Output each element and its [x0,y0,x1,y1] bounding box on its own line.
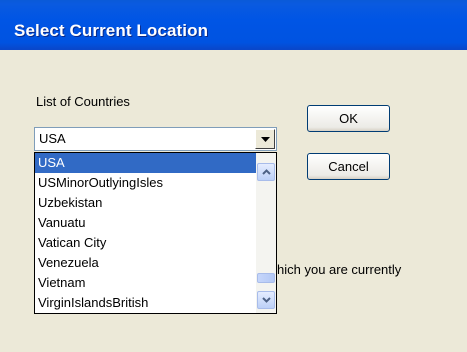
countries-label: List of Countries [36,94,130,109]
ok-button-label: OK [339,111,358,126]
chevron-down-icon [260,136,270,142]
country-combobox-value: USA [39,131,66,146]
country-dropdown-list[interactable]: USA USMinorOutlyingIsles Uzbekistan Vanuatu… [34,152,277,314]
list-item[interactable]: Uzbekistan [35,193,257,213]
list-item[interactable]: Vatican City [35,233,257,253]
country-combobox[interactable]: USA [34,127,277,151]
list-item[interactable]: USMinorOutlyingIsles [35,173,257,193]
combobox-dropdown-button[interactable] [255,129,275,149]
cancel-button-label: Cancel [328,159,369,174]
ok-button[interactable]: OK [307,105,390,132]
cancel-button[interactable]: Cancel [307,153,390,180]
scroll-down-button[interactable] [257,291,275,309]
window-title: Select Current Location [14,21,209,40]
title-bar[interactable]: Select Current Location [0,0,467,50]
list-item[interactable]: VirginIslandsBritish [35,293,257,313]
list-item[interactable]: Vietnam [35,273,257,293]
scroll-up-button[interactable] [257,163,275,181]
scrollbar-thumb[interactable] [257,273,275,283]
list-item[interactable]: Vanuatu [35,213,257,233]
chevron-down-icon [261,297,271,303]
list-item[interactable]: Venezuela [35,253,257,273]
list-item[interactable]: USA [35,153,257,173]
vertical-scrollbar[interactable] [256,153,276,313]
chevron-up-icon [261,169,271,175]
country-list-items: USA USMinorOutlyingIsles Uzbekistan Vanuatu… [35,153,257,313]
instruction-text: hich you are currently [277,262,402,277]
